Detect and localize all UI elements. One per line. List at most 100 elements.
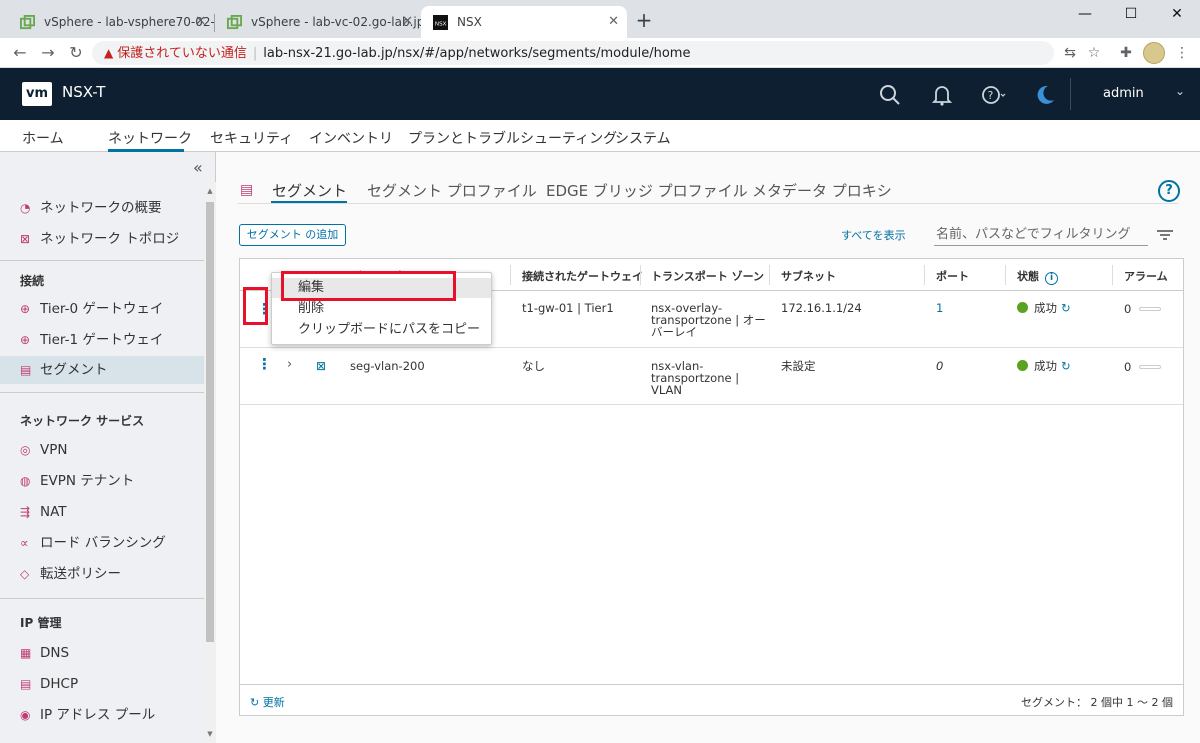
tab-metadata-proxy[interactable]: メタデータ プロキシ xyxy=(752,180,892,201)
nav-system[interactable]: システム xyxy=(615,128,671,148)
transport-zone-line: バーレイ xyxy=(651,325,697,339)
collapse-sidebar-icon[interactable]: « xyxy=(193,158,203,177)
nav-networking[interactable]: ネットワーク xyxy=(108,128,192,148)
refresh-status-icon[interactable]: ↻ xyxy=(1061,359,1071,373)
transport-zone: nsx-vlan- transportzone | VLAN xyxy=(651,360,739,396)
forwarding-policy-icon: ◇ xyxy=(20,567,30,581)
tab-segments[interactable]: セグメント xyxy=(272,180,347,201)
tenant-icon: ◍ xyxy=(20,474,31,488)
connected-gateway: なし xyxy=(522,359,545,373)
sidebar-item-evpn-tenant[interactable]: ◍ EVPN テナント xyxy=(0,467,204,495)
sidebar-item-ip-address-pool[interactable]: ◉ IP アドレス プール xyxy=(0,701,204,729)
status: 成功 ↻ xyxy=(1017,360,1071,372)
primary-navigation: ホーム ネットワーク セキュリティ インベントリ プランとトラブルシューティング… xyxy=(0,120,1200,152)
sidebar-item-network-overview[interactable]: ◔ ネットワークの概要 xyxy=(0,194,204,222)
show-all-link[interactable]: すべてを表示 xyxy=(841,227,906,243)
column-header-gateway[interactable]: 接続されたゲートウェイ xyxy=(522,268,643,284)
sidebar-item-vpn[interactable]: ◎ VPN xyxy=(0,436,204,464)
pagination-info: セグメント： 2 個中 1 ～ 2 個 xyxy=(1021,696,1173,709)
security-warning[interactable]: 保護されていない通信 xyxy=(117,46,247,61)
ports-link[interactable]: 1 xyxy=(936,302,943,314)
nav-security[interactable]: セキュリティ xyxy=(210,128,293,148)
status-text: 成功 xyxy=(1034,301,1057,315)
column-header-transport-zone[interactable]: トランスポート ゾーン xyxy=(651,268,764,284)
refresh-status-icon[interactable]: ↻ xyxy=(1061,301,1071,315)
new-tab-button[interactable]: + xyxy=(632,8,656,32)
column-header-ports[interactable]: ポート xyxy=(936,268,969,284)
filter-icon[interactable] xyxy=(1154,224,1176,246)
close-icon[interactable]: ✕ xyxy=(195,6,206,38)
sidebar-divider xyxy=(0,392,204,393)
sidebar: « ◔ ネットワークの概要 ⊠ ネットワーク トポロジ 接続 ⊕ Tier-0 … xyxy=(0,152,216,743)
help-icon[interactable]: ? xyxy=(1158,180,1180,202)
nav-home[interactable]: ホーム xyxy=(22,128,64,148)
reload-icon[interactable]: ↻ xyxy=(64,41,88,65)
omnibox-divider: | xyxy=(252,46,258,61)
sidebar-item-dhcp[interactable]: ▤ DHCP xyxy=(0,670,204,698)
user-menu[interactable]: admin xyxy=(1103,86,1144,101)
search-icon[interactable] xyxy=(877,82,903,108)
sidebar-item-dns[interactable]: ▦ DNS xyxy=(0,639,204,667)
tab-edge-bridge-profiles[interactable]: EDGE ブリッジ プロファイル xyxy=(546,180,748,201)
profile-avatar[interactable] xyxy=(1143,42,1165,64)
svg-text:?: ? xyxy=(988,89,994,102)
close-icon[interactable]: ✕ xyxy=(402,6,413,38)
app-header: vm NSX-T ? admin ⌄ xyxy=(0,68,1200,120)
refresh-button[interactable]: ↻ 更新 xyxy=(250,694,285,710)
sidebar-item-network-topology[interactable]: ⊠ ネットワーク トポロジ xyxy=(0,225,204,253)
sidebar-item-nat[interactable]: ⇶ NAT xyxy=(0,498,204,526)
sidebar-divider xyxy=(0,260,204,261)
sidebar-item-segments[interactable]: ▤ セグメント xyxy=(0,356,204,384)
help-icon[interactable]: ? xyxy=(980,82,1006,108)
close-icon[interactable]: ✕ xyxy=(608,6,619,38)
row-actions-kebab-icon[interactable]: ⋮ xyxy=(257,355,272,373)
menu-item-delete[interactable]: 削除 xyxy=(272,299,491,319)
active-subtab-indicator xyxy=(271,201,347,203)
url-field[interactable]: ▲ 保護されていない通信 | lab-nsx-21.go-lab.jp/nsx/#/a… xyxy=(92,41,1054,65)
column-header-alarms[interactable]: アラーム xyxy=(1124,268,1168,284)
menu-item-copy-path[interactable]: クリップボードにパスをコピー xyxy=(272,320,491,340)
browser-tab-vsphere-2[interactable]: vSphere - lab-vc-02.go-lab.jp - U ✕ xyxy=(215,6,421,38)
info-icon[interactable]: i xyxy=(1045,272,1058,285)
sidebar-item-forwarding-policy[interactable]: ◇ 転送ポリシー xyxy=(0,560,204,588)
add-segment-button[interactable]: セグメント の追加 xyxy=(239,224,346,246)
svg-text:NSX: NSX xyxy=(435,21,447,27)
notifications-bell-icon[interactable] xyxy=(929,82,955,108)
filter-input[interactable] xyxy=(934,224,1148,246)
forward-arrow-icon[interactable]: → xyxy=(36,41,60,65)
scroll-up-arrow-icon[interactable]: ▲ xyxy=(204,184,216,198)
bookmark-star-icon[interactable]: ☆ xyxy=(1084,43,1104,63)
nav-plan-troubleshoot[interactable]: プランとトラブルシューティング xyxy=(408,128,617,148)
browser-menu-icon[interactable]: ⋮ xyxy=(1172,43,1192,63)
minimize-icon[interactable]: — xyxy=(1062,0,1108,30)
alarm-count: 0 xyxy=(1124,360,1132,374)
sidebar-item-load-balancing[interactable]: ∝ ロード バランシング xyxy=(0,529,204,557)
segment-name[interactable]: seg-vlan-200 xyxy=(350,360,425,372)
sidebar-item-tier0-gateway[interactable]: ⊕ Tier-0 ゲートウェイ xyxy=(0,295,204,323)
extensions-puzzle-icon[interactable]: ✚ xyxy=(1116,43,1136,63)
chevron-down-icon[interactable]: ⌄ xyxy=(1175,84,1185,98)
sidebar-item-tier1-gateway[interactable]: ⊕ Tier-1 ゲートウェイ xyxy=(0,326,204,354)
table-row[interactable]: ⋮ › ⊠ seg-vlan-200 なし nsx-vlan- transpor… xyxy=(240,349,1183,405)
browser-tab-title: vSphere - lab-vsphere70-02-nsxt xyxy=(44,15,214,29)
dark-mode-moon-icon[interactable] xyxy=(1032,82,1058,108)
chevron-right-icon[interactable]: › xyxy=(287,357,292,372)
scroll-down-arrow-icon[interactable]: ▼ xyxy=(204,727,216,741)
column-header-subnet[interactable]: サブネット xyxy=(781,268,836,284)
alarm-count: 0 xyxy=(1124,302,1132,316)
back-arrow-icon[interactable]: ← xyxy=(8,41,32,65)
maximize-icon[interactable]: ☐ xyxy=(1108,0,1154,30)
ip-pool-icon: ◉ xyxy=(20,708,31,722)
sidebar-item-label: IP アドレス プール xyxy=(40,707,156,723)
column-header-status[interactable]: 状態 i xyxy=(1017,268,1058,285)
alarm-indicator xyxy=(1139,365,1162,369)
window-close-icon[interactable]: ✕ xyxy=(1154,0,1200,30)
sidebar-scroll-thumb[interactable] xyxy=(206,202,214,642)
nav-inventory[interactable]: インベントリ xyxy=(309,128,393,148)
browser-tab-nsx[interactable]: NSX NSX ✕ xyxy=(421,6,627,38)
browser-tab-vsphere-1[interactable]: vSphere - lab-vsphere70-02-nsxt ✕ xyxy=(8,6,214,38)
translate-icon[interactable]: ⇆ xyxy=(1060,43,1080,63)
vpn-icon: ◎ xyxy=(20,443,31,457)
column-divider xyxy=(1112,265,1113,285)
tab-segment-profiles[interactable]: セグメント プロファイル xyxy=(367,180,537,201)
